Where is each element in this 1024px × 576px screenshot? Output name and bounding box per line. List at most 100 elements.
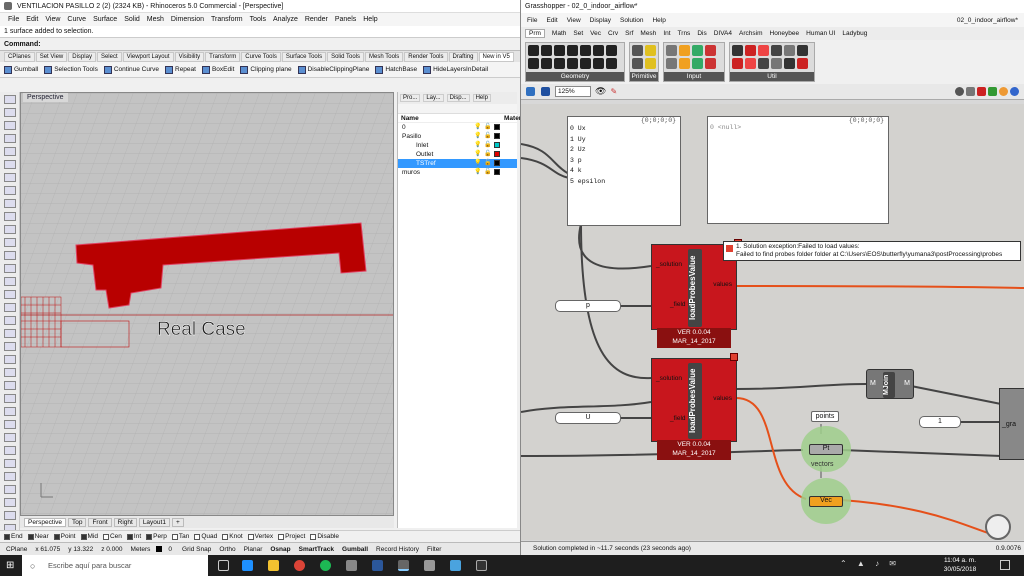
tool-icon[interactable] bbox=[4, 121, 16, 130]
component-icon[interactable] bbox=[554, 45, 565, 56]
task-view-icon[interactable] bbox=[218, 560, 229, 571]
save-icon[interactable] bbox=[541, 87, 550, 96]
osnap-checkbox[interactable] bbox=[222, 533, 229, 540]
toolbar-tab[interactable]: Display bbox=[68, 51, 96, 62]
tool-icon[interactable] bbox=[4, 147, 16, 156]
perspective-viewport[interactable]: Real Case Perspective bbox=[20, 92, 394, 516]
tool-icon[interactable] bbox=[4, 472, 16, 481]
layer-color-swatch[interactable] bbox=[494, 124, 500, 130]
rhino-task-icon[interactable] bbox=[398, 560, 409, 571]
gh-tab[interactable]: Archsim bbox=[739, 30, 762, 37]
osnap-project[interactable]: Project bbox=[278, 533, 305, 540]
gh-tab[interactable]: Trns bbox=[678, 30, 691, 37]
lock-icon[interactable]: 🔓 bbox=[484, 141, 491, 150]
mjoin-component[interactable]: M MJoin M bbox=[866, 369, 914, 399]
solution-input[interactable]: _solution bbox=[656, 261, 682, 268]
menu-item-transform[interactable]: Transform bbox=[211, 16, 243, 23]
tool-icon[interactable] bbox=[4, 186, 16, 195]
toolbar-tab[interactable]: Viewport Layout bbox=[122, 51, 174, 62]
file-explorer-icon[interactable] bbox=[268, 560, 279, 571]
viewport-tab[interactable]: Layout1 bbox=[138, 517, 170, 527]
toolbar-tab[interactable]: Solid Tools bbox=[327, 51, 364, 62]
tool-icon[interactable] bbox=[4, 303, 16, 312]
edge-icon[interactable] bbox=[242, 560, 253, 571]
menu-item-view[interactable]: View bbox=[45, 16, 60, 23]
lock-icon[interactable]: 🔓 bbox=[484, 150, 491, 159]
tool-icon[interactable] bbox=[4, 277, 16, 286]
status-ortho[interactable]: Ortho bbox=[217, 546, 237, 553]
osnap-checkbox[interactable] bbox=[126, 533, 133, 540]
status-osnap[interactable]: Osnap bbox=[268, 546, 292, 553]
gh-menu-view[interactable]: View bbox=[567, 17, 581, 24]
toolbar-tab[interactable]: Select bbox=[96, 51, 122, 62]
component-icon[interactable] bbox=[666, 58, 677, 69]
toolbar-tab[interactable]: Drafting bbox=[448, 51, 478, 62]
field-u-panel[interactable]: U bbox=[555, 412, 621, 424]
tool-icon[interactable] bbox=[4, 511, 16, 520]
osnap-checkbox[interactable] bbox=[146, 533, 153, 540]
gh-tab[interactable]: Crv bbox=[608, 30, 618, 37]
tool-icon[interactable] bbox=[4, 446, 16, 455]
component-icon[interactable] bbox=[632, 45, 643, 56]
lock-icon[interactable]: 🔓 bbox=[484, 132, 491, 141]
component-icon[interactable] bbox=[784, 58, 795, 69]
panel-tab[interactable]: Help bbox=[472, 94, 491, 102]
component-icon[interactable] bbox=[567, 58, 578, 69]
tool-icon[interactable] bbox=[4, 329, 16, 338]
tool-icon[interactable] bbox=[4, 212, 16, 221]
gh-tab[interactable]: Dis bbox=[697, 30, 706, 37]
viewport-tab[interactable]: Front bbox=[88, 517, 112, 527]
command-button[interactable]: Continue Curve bbox=[103, 65, 159, 74]
warning-balloon-icon[interactable] bbox=[730, 353, 738, 361]
osnap-checkbox[interactable] bbox=[310, 533, 317, 540]
command-button[interactable]: Repeat bbox=[165, 65, 196, 74]
tool-icon[interactable] bbox=[4, 95, 16, 104]
notification-icon[interactable] bbox=[1000, 560, 1010, 570]
osnap-checkbox[interactable] bbox=[247, 533, 254, 540]
osnap-checkbox[interactable] bbox=[278, 533, 285, 540]
component-icon[interactable] bbox=[745, 45, 756, 56]
app-icon-9[interactable] bbox=[450, 560, 461, 571]
status-filter[interactable]: Filter bbox=[425, 546, 443, 553]
gh-tab[interactable]: Human UI bbox=[806, 30, 835, 37]
layer-color-swatch[interactable] bbox=[494, 142, 500, 148]
menu-item-surface[interactable]: Surface bbox=[93, 16, 117, 23]
component-icon[interactable] bbox=[606, 45, 617, 56]
osnap-checkbox[interactable] bbox=[53, 533, 60, 540]
component-icon[interactable] bbox=[771, 45, 782, 56]
component-icon[interactable] bbox=[645, 58, 656, 69]
component-icon[interactable] bbox=[554, 58, 565, 69]
tool-icon[interactable] bbox=[4, 420, 16, 429]
gh-tab[interactable]: Set bbox=[573, 30, 583, 37]
command-button[interactable]: HideLayersInDetail bbox=[423, 65, 488, 74]
field-input[interactable]: _field bbox=[670, 415, 686, 422]
solution-input[interactable]: _solution bbox=[656, 375, 682, 382]
menu-item-mesh[interactable]: Mesh bbox=[147, 16, 164, 23]
osnap-near[interactable]: Near bbox=[27, 533, 49, 540]
component-icon[interactable] bbox=[745, 58, 756, 69]
palette-icon[interactable] bbox=[999, 87, 1008, 96]
status-record-history[interactable]: Record History bbox=[374, 546, 421, 553]
gh-tab[interactable]: Ladybug bbox=[842, 30, 867, 37]
next-component[interactable]: _gra bbox=[999, 388, 1024, 460]
visibility-icon[interactable]: 💡 bbox=[474, 132, 481, 141]
osnap-checkbox[interactable] bbox=[80, 533, 87, 540]
component-icon[interactable] bbox=[758, 58, 769, 69]
layer-row[interactable]: Inlet 💡 🔓 bbox=[398, 141, 517, 150]
lock-icon[interactable]: 🔓 bbox=[484, 168, 491, 177]
viewport-label[interactable]: Perspective bbox=[23, 93, 68, 102]
osnap-end[interactable]: End bbox=[4, 533, 23, 540]
menu-item-panels[interactable]: Panels bbox=[335, 16, 356, 23]
spotify-icon[interactable] bbox=[320, 560, 331, 571]
viewport-tab[interactable]: Right bbox=[113, 517, 137, 527]
color-wheel-icon[interactable] bbox=[988, 87, 997, 96]
gh-menu-edit[interactable]: Edit bbox=[546, 17, 557, 24]
lock-icon[interactable]: 🔓 bbox=[484, 123, 491, 132]
panel-field-names[interactable]: {0;0;0;0} 0 Ux 1 Uy 2 Uz 3 p 4 k 5 epsilon bbox=[567, 116, 681, 226]
zoom-select[interactable]: 125% bbox=[555, 86, 591, 97]
gh-tab[interactable]: Int bbox=[663, 30, 670, 37]
gh-tab[interactable]: Math bbox=[552, 30, 566, 37]
tool-icon[interactable] bbox=[4, 342, 16, 351]
osnap-checkbox[interactable] bbox=[27, 533, 34, 540]
panel-tab[interactable]: Lay... bbox=[423, 94, 444, 102]
